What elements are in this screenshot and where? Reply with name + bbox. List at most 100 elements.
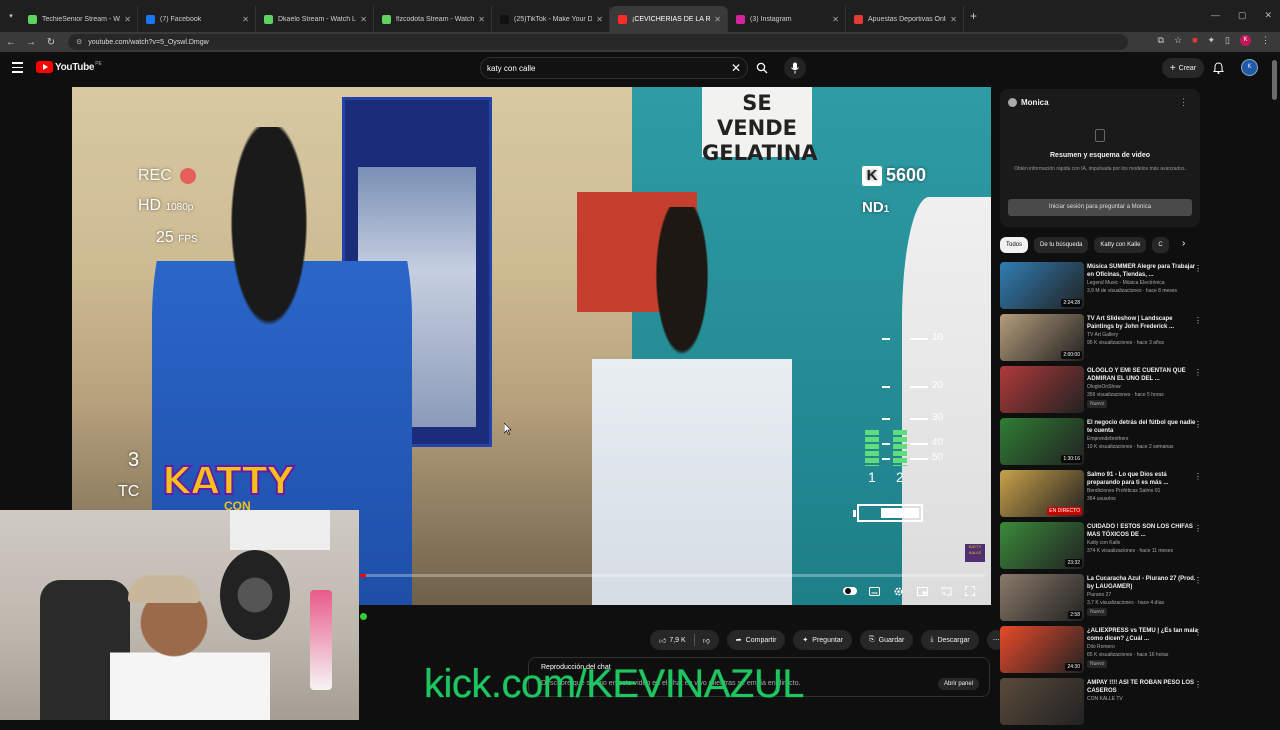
forward-icon[interactable]: → (22, 37, 40, 48)
maximize-icon[interactable]: ▢ (1238, 10, 1247, 21)
download-button[interactable]: ⤓ Descargar (921, 630, 979, 650)
recommendation-item[interactable]: AMPAY !!!! ASÍ TE ROBAN PESO LOS CASEROS… (1000, 678, 1210, 730)
hamburger-menu-icon[interactable] (12, 62, 23, 76)
video-thumbnail[interactable]: 23:32 (1000, 522, 1084, 569)
site-info-icon[interactable]: ⚙ (76, 38, 82, 46)
new-tab-button[interactable]: + (970, 9, 977, 23)
recommendation-title[interactable]: ¿ALIEXPRESS vs TEMU | ¿Es tan mala como … (1087, 627, 1199, 643)
video-thumbnail[interactable]: 2:00:00 (1000, 314, 1084, 361)
cast-icon[interactable] (939, 584, 953, 598)
bookmark-star-icon[interactable]: ☆ (1174, 35, 1182, 46)
browser-tab[interactable]: (3) Instagram ✕ (728, 6, 846, 32)
filter-chip[interactable]: C (1152, 237, 1169, 253)
recommendation-more-icon[interactable]: ⋮ (1194, 368, 1202, 377)
tab-close-icon[interactable]: ✕ (950, 15, 957, 24)
settings-gear-icon[interactable] (891, 584, 905, 598)
tab-close-icon[interactable]: ✕ (596, 15, 603, 24)
video-thumbnail[interactable]: 1:30:16 (1000, 418, 1084, 465)
browser-tab[interactable]: (25)TikTok - Make Your Day ✕ (492, 6, 610, 32)
recommendation-channel[interactable]: Legend Music - Música Electrónica (1087, 280, 1202, 286)
browser-tab[interactable]: ¡CEVICHERIAS DE LA ROS✕ (610, 6, 728, 32)
tab-close-icon[interactable]: ✕ (478, 15, 485, 24)
extension-icon[interactable]: ■ (1192, 35, 1197, 46)
install-icon[interactable]: ⧉ (1158, 35, 1164, 46)
sidepanel-icon[interactable]: ▯ (1225, 35, 1230, 46)
recommendation-title[interactable]: La Cucaracha Azul - Piurano 27 (Prod. by… (1087, 575, 1199, 591)
voice-search-button[interactable] (784, 57, 806, 79)
recommendation-item[interactable]: 2:58 La Cucaracha Azul - Piurano 27 (Prod… (1000, 574, 1210, 626)
recommendation-item[interactable]: 2:24:28 Música SUMMER Alegre para Trabaja… (1000, 262, 1210, 314)
share-button[interactable]: ➦ Compartir (726, 630, 786, 650)
video-thumbnail[interactable]: 2:58 (1000, 574, 1084, 621)
filter-chip[interactable]: Katty con Kalle (1094, 237, 1147, 253)
search-button[interactable] (752, 57, 772, 79)
recommendation-channel[interactable]: Piurano 27 (1087, 592, 1202, 598)
user-avatar[interactable]: K (1241, 59, 1258, 76)
puzzle-icon[interactable]: ✦ (1208, 35, 1216, 46)
clear-search-icon[interactable]: ✕ (731, 61, 741, 75)
recommendation-more-icon[interactable]: ⋮ (1194, 628, 1202, 637)
tab-close-icon[interactable]: ✕ (124, 15, 131, 24)
create-button[interactable]: + Crear (1162, 58, 1204, 78)
close-window-icon[interactable]: ✕ (1264, 10, 1272, 21)
recommendation-more-icon[interactable]: ⋮ (1194, 680, 1202, 689)
browser-menu-icon[interactable]: ⋮ (1261, 35, 1270, 46)
back-icon[interactable]: ← (2, 37, 20, 48)
recommendation-channel[interactable]: Dilo Romero (1087, 644, 1202, 650)
browser-tab[interactable]: Apuestas Deportivas Online | A ✕ (846, 6, 964, 32)
recommendation-more-icon[interactable]: ⋮ (1194, 316, 1202, 325)
browser-tab[interactable]: Dkaelo Stream - Watch Live on ✕ (256, 6, 374, 32)
tab-close-icon[interactable]: ✕ (832, 15, 839, 24)
tab-close-icon[interactable]: ✕ (360, 15, 367, 24)
recommendation-title[interactable]: AMPAY !!!! ASÍ TE ROBAN PESO LOS CASEROS (1087, 679, 1199, 695)
ask-button[interactable]: ✦ Preguntar (793, 630, 853, 650)
reload-icon[interactable]: ↻ (42, 37, 60, 48)
recommendation-more-icon[interactable]: ⋮ (1194, 264, 1202, 273)
youtube-logo[interactable]: YouTube PE (36, 61, 102, 73)
like-button[interactable]: 👍︎ 7,9 K (659, 636, 686, 645)
video-thumbnail[interactable]: 2:24:28 (1000, 262, 1084, 309)
monica-login-button[interactable]: Iniciar sesión para preguntar a Monica (1008, 199, 1192, 216)
recommendation-more-icon[interactable]: ⋮ (1194, 576, 1202, 585)
open-chat-button[interactable]: Abrir panel (937, 678, 979, 690)
recommendation-channel[interactable]: Katty con Kalle (1087, 540, 1202, 546)
notifications-bell-icon[interactable] (1213, 61, 1224, 79)
video-thumbnail[interactable] (1000, 366, 1084, 413)
channel-watermark[interactable]: KATTY KALLE (965, 544, 985, 562)
dislike-button[interactable]: 👎︎ (703, 636, 710, 645)
tab-close-icon[interactable]: ✕ (714, 15, 721, 24)
subtitles-icon[interactable] (867, 584, 881, 598)
recommendation-item[interactable]: EN DIRECTO Salmo 91 - Lo que Dios está pr… (1000, 470, 1210, 522)
browser-tab[interactable]: TechieSenior Stream - Watch L ✕ (20, 6, 138, 32)
profile-avatar[interactable]: K (1240, 35, 1251, 46)
miniplayer-icon[interactable] (915, 584, 929, 598)
recommendation-title[interactable]: Música SUMMER Alegre para Trabajar en Of… (1087, 263, 1199, 279)
recommendation-item[interactable]: 1:30:16 El negocio detrás del fútbol que … (1000, 418, 1210, 470)
filter-chip[interactable]: Todos (1000, 237, 1029, 253)
browser-tab[interactable]: (7) Facebook ✕ (138, 6, 256, 32)
url-field[interactable]: ⚙ youtube.com/watch?v=5_Oyswl.Dmgw (68, 34, 1128, 50)
minimize-icon[interactable]: — (1211, 10, 1220, 21)
autoplay-toggle[interactable] (843, 584, 857, 598)
fullscreen-icon[interactable] (963, 584, 977, 598)
tab-close-icon[interactable]: ✕ (242, 15, 249, 24)
search-input[interactable] (487, 63, 717, 73)
recommendation-title[interactable]: Salmo 91 - Lo que Dios está preparando p… (1087, 471, 1199, 487)
monica-more-icon[interactable]: ⋮ (1179, 97, 1188, 108)
recommendation-channel[interactable]: OlogloOnShow (1087, 384, 1202, 390)
recommendation-channel[interactable]: TV Art Gallery (1087, 332, 1202, 338)
recommendation-item[interactable]: 23:32 CUIDADO ! ESTOS SON LOS CHIFAS MAS … (1000, 522, 1210, 574)
recommendation-more-icon[interactable]: ⋮ (1194, 472, 1202, 481)
video-thumbnail[interactable] (1000, 678, 1084, 725)
recommendation-channel[interactable]: CON KALLE TV (1087, 696, 1202, 702)
recommendation-item[interactable]: 24:30 ¿ALIEXPRESS vs TEMU | ¿Es tan mala … (1000, 626, 1210, 678)
page-scrollbar[interactable] (1272, 60, 1277, 700)
recommendation-more-icon[interactable]: ⋮ (1194, 420, 1202, 429)
save-button[interactable]: ⎘ Guardar (860, 630, 914, 650)
filter-chip[interactable]: De tu búsqueda (1034, 237, 1089, 253)
recommendation-title[interactable]: OLOGLO Y EMI SE CUENTAN QUÉ ADMIRAN EL U… (1087, 367, 1199, 383)
recommendation-item[interactable]: OLOGLO Y EMI SE CUENTAN QUÉ ADMIRAN EL U… (1000, 366, 1210, 418)
recommendation-title[interactable]: CUIDADO ! ESTOS SON LOS CHIFAS MAS TÓXIC… (1087, 523, 1199, 539)
video-thumbnail[interactable]: 24:30 (1000, 626, 1084, 673)
recommendation-item[interactable]: 2:00:00 TV Art Slideshow | Landscape Pain… (1000, 314, 1210, 366)
